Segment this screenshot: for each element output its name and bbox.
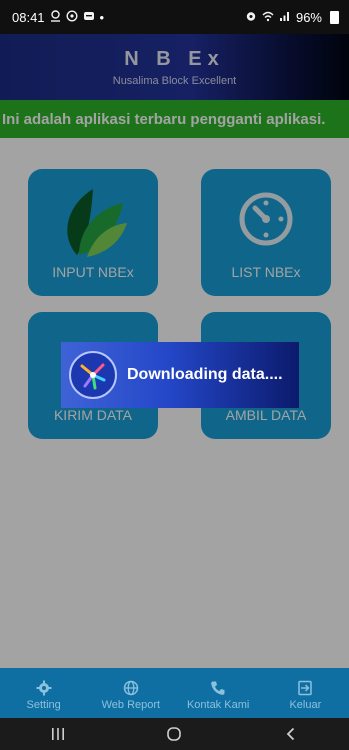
nav-setting[interactable]: Setting <box>4 676 84 711</box>
signal-icon <box>279 10 291 25</box>
recent-apps-icon <box>52 728 65 740</box>
status-time: 08:41 <box>12 9 45 25</box>
alarm-icon <box>245 10 257 25</box>
app-subtitle: Nusalima Block Excellent <box>112 75 237 87</box>
nav-web-report[interactable]: Web Report <box>91 676 171 711</box>
message-icon <box>83 10 95 25</box>
nav-keluar[interactable]: Keluar <box>265 676 345 711</box>
status-dot: • <box>99 9 105 25</box>
tile-label: INPUT NBEx <box>52 264 134 280</box>
gear-icon <box>4 676 84 696</box>
nav-label: Setting <box>26 698 61 711</box>
status-bar: 08:41 • 96% <box>0 0 349 34</box>
back-button[interactable] <box>261 727 321 741</box>
nav-label: Kontak Kami <box>186 698 250 711</box>
status-left: 08:41 • <box>12 10 104 25</box>
app-title: N B Ex <box>124 48 225 70</box>
tile-label: AMBIL DATA <box>225 407 307 423</box>
leaf-icon <box>28 181 158 257</box>
tile-label: LIST NBEx <box>231 264 301 280</box>
battery-percent: 96% <box>295 9 322 25</box>
home-button[interactable] <box>144 726 204 742</box>
location-icon <box>50 9 61 25</box>
loading-spinner-icon <box>69 351 117 399</box>
nav-kontak-kami[interactable]: Kontak Kami <box>178 676 258 711</box>
marquee-text: Ini adalah aplikasi terbaru pengganti ap… <box>2 110 326 128</box>
nav-label: Web Report <box>101 698 161 711</box>
system-nav-bar <box>0 718 349 750</box>
status-right: 96% <box>245 10 339 25</box>
whatsapp-icon <box>66 9 78 25</box>
input-nbex-button[interactable]: INPUT NBEx <box>28 169 158 296</box>
tile-label: KIRIM DATA <box>53 407 133 423</box>
recent-apps-button[interactable] <box>28 727 88 741</box>
globe-icon <box>91 676 171 696</box>
timer-icon <box>201 181 331 257</box>
bottom-nav: Setting Web Report Kontak Kami Keluar <box>0 668 349 718</box>
phone-icon <box>178 676 258 696</box>
list-nbex-button[interactable]: LIST NBEx <box>201 169 331 296</box>
announcement-marquee: Ini adalah aplikasi terbaru pengganti ap… <box>0 100 349 138</box>
wifi-icon <box>262 10 274 25</box>
back-icon <box>286 727 294 741</box>
app-header: N B Ex Nusalima Block Excellent <box>0 34 349 100</box>
home-icon <box>167 727 182 741</box>
loading-message: Downloading data.... <box>127 366 283 383</box>
battery-icon <box>330 10 339 24</box>
logout-icon <box>265 676 345 696</box>
nav-label: Keluar <box>289 698 322 711</box>
loading-dialog: Downloading data.... <box>61 342 299 408</box>
